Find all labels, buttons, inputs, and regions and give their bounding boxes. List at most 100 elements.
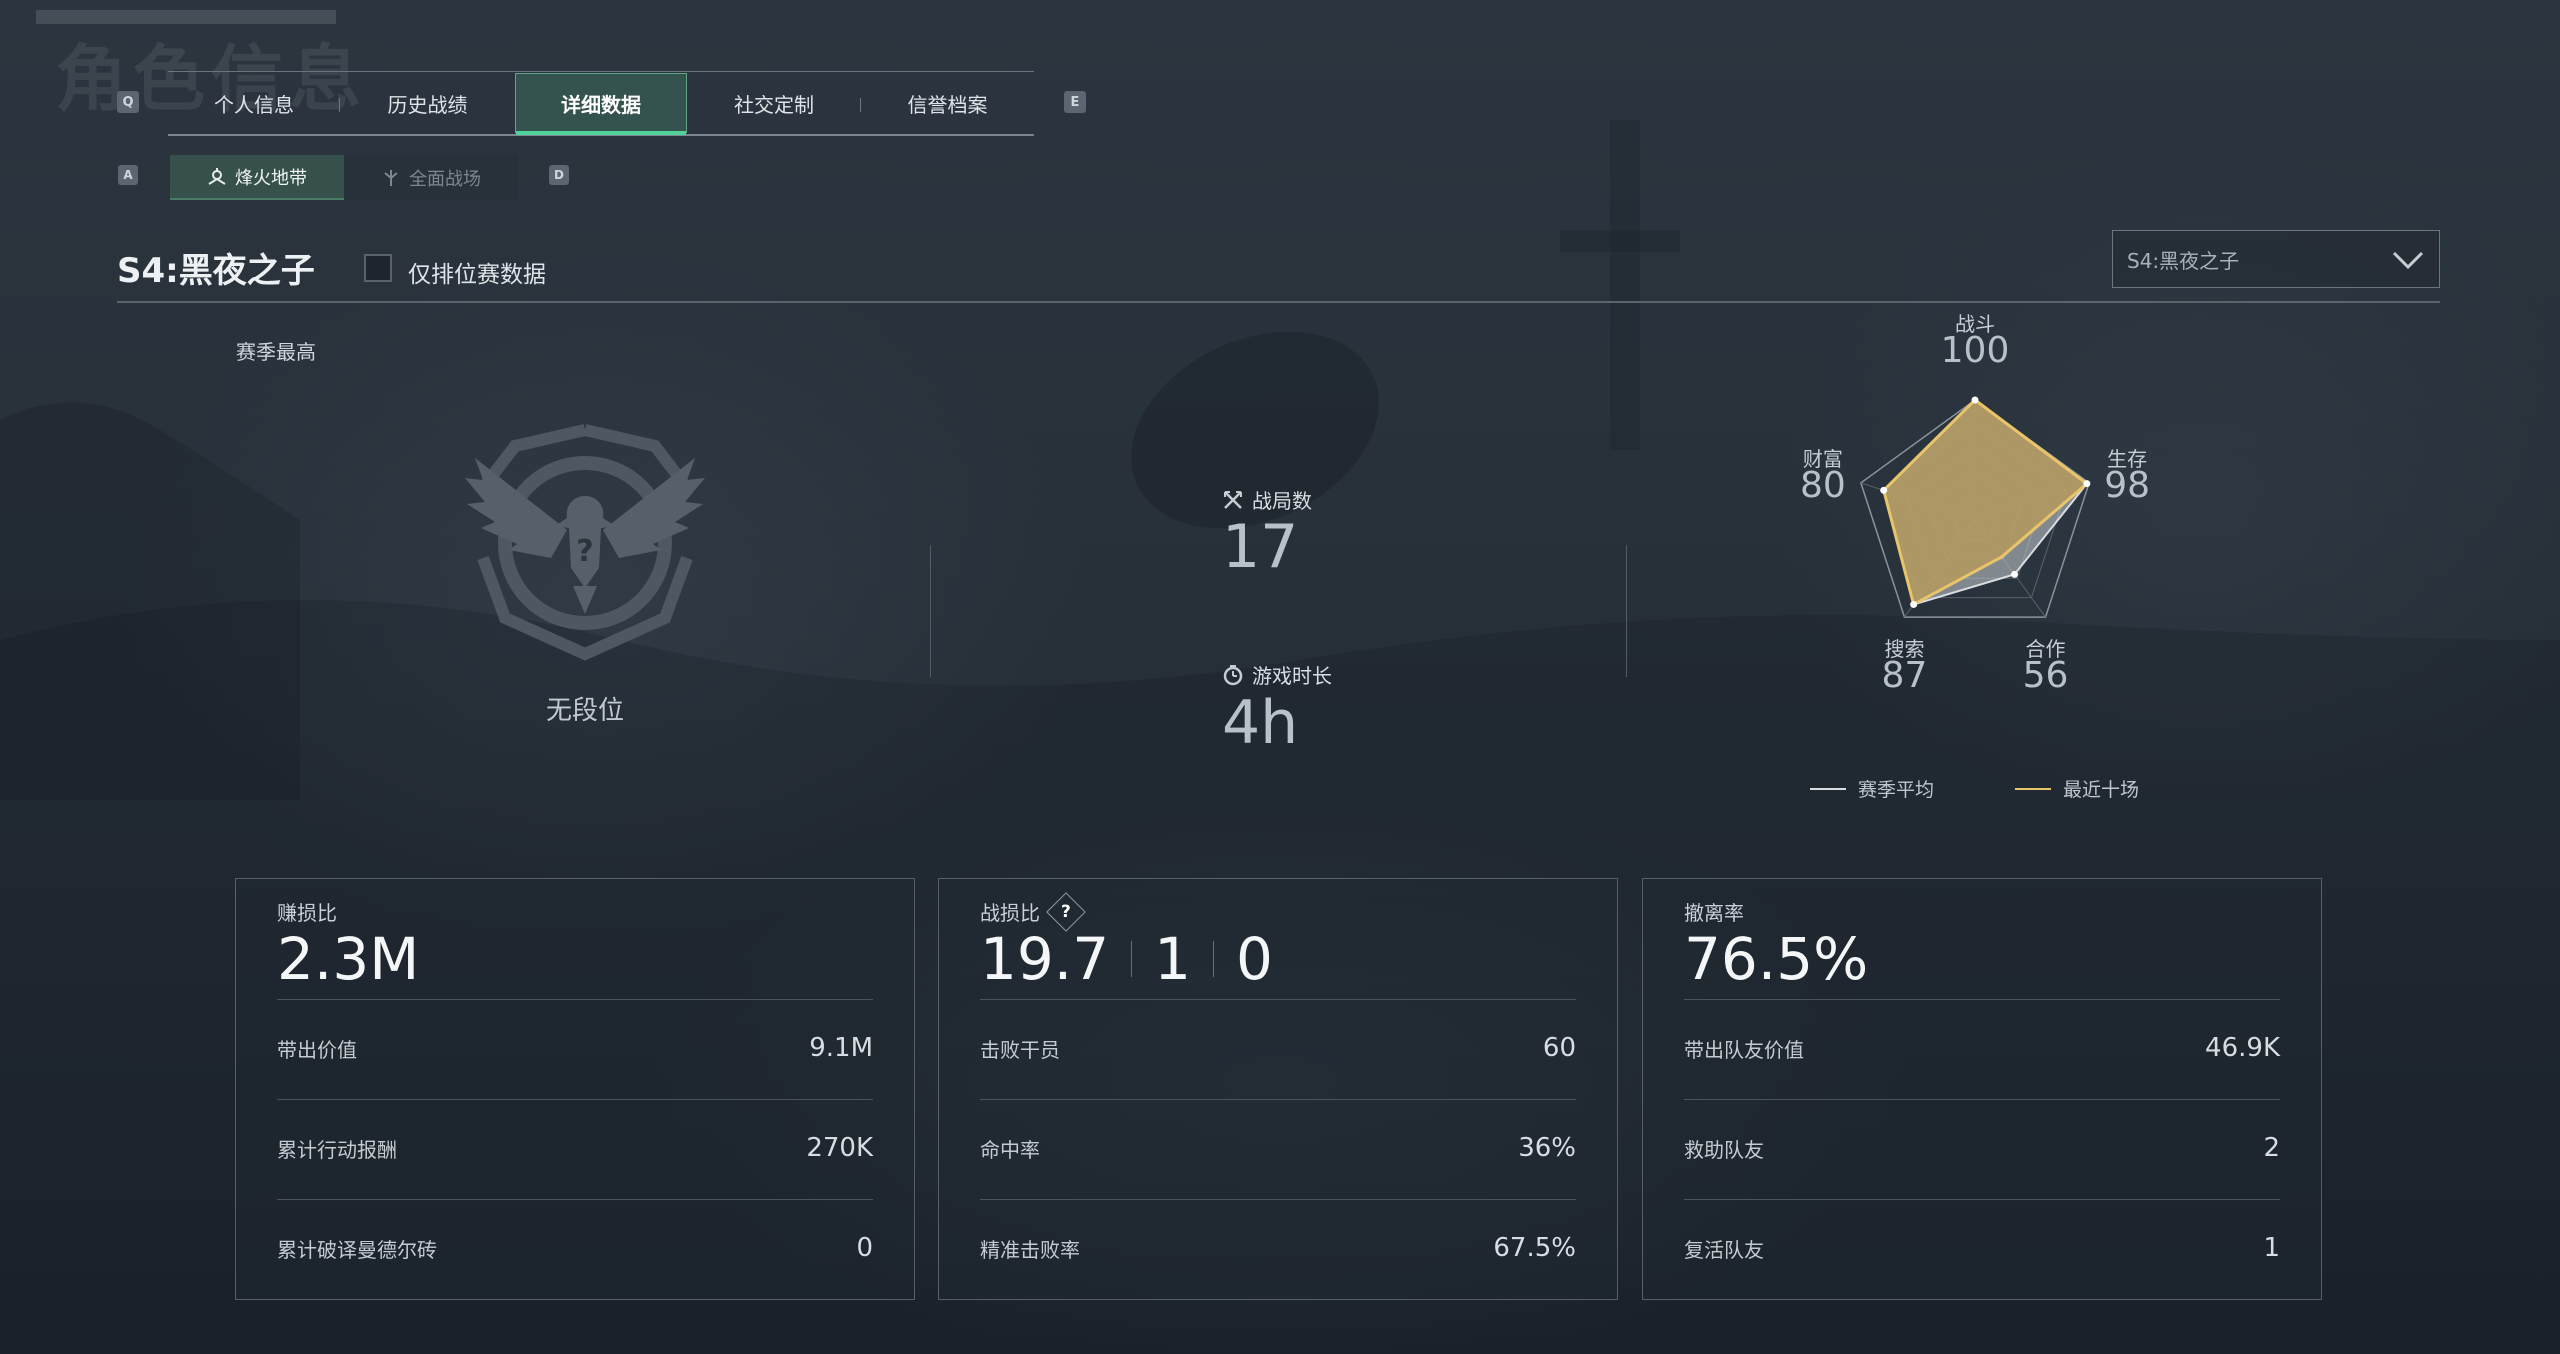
card-big-value: 76.5% [1684, 925, 1868, 993]
card-big-value-text: 2.3M [277, 925, 420, 993]
radar-axis-value: 80 [1799, 464, 1846, 506]
card-title-text: 战损比 [980, 901, 1040, 925]
prev-tab-key-hint[interactable]: Q [117, 91, 139, 113]
radar-vertex-dot [2010, 570, 2018, 578]
mode-tab-label: 全面战场 [409, 168, 481, 190]
matches-value: 17 [1222, 512, 1299, 582]
row-value: 9.1M [809, 1033, 873, 1063]
mode-tab-bar: 烽火地带 全面战场 [170, 155, 518, 200]
row-label: 复活队友 [1684, 1237, 1764, 1262]
ranked-only-checkbox[interactable] [364, 254, 392, 282]
playtime-label: 游戏时长 [1252, 664, 1332, 688]
mode-tab-fire-zone[interactable]: 烽火地带 [170, 155, 344, 200]
row-value: 36% [1518, 1133, 1576, 1163]
row-divider [277, 1099, 873, 1100]
tab-detailed-data[interactable]: 详细数据 [515, 73, 687, 135]
battlefield-icon [384, 169, 398, 186]
stopwatch-icon [1223, 664, 1243, 685]
row-divider [277, 1199, 873, 1200]
tab-reputation[interactable]: 信誉档案 [861, 72, 1034, 134]
legend-label: 最近十场 [2063, 779, 2140, 801]
eagle-rank-emblem-icon: ? [465, 424, 705, 661]
kd-secondary-value: 1 [1154, 925, 1192, 993]
profit-loss-card: 赚损比 2.3M 带出价值 9.1M 累计行动报酬 270K 累计破译曼德尔砖 0 [235, 878, 915, 1300]
row-divider [980, 999, 1576, 1000]
row-divider [980, 1199, 1576, 1200]
kd-ratio-value: 19.7 [980, 925, 1110, 993]
card-big-value: 19.7 1 0 [980, 925, 1273, 993]
card-big-value: 2.3M [277, 925, 419, 993]
help-glyph: ? [1061, 901, 1071, 922]
kd-ratio-card: 战损比 ? 19.7 1 0 击败干员 60 命中率 36% 精准击败率 67.5% [938, 878, 1618, 1300]
next-mode-key-hint[interactable]: D [549, 165, 569, 185]
radar-vertex-dot [1880, 486, 1888, 494]
tab-label: 信誉档案 [907, 92, 988, 117]
radar-axis-value: 56 [2022, 655, 2069, 697]
season-best-label: 赛季最高 [236, 340, 316, 364]
card-row: 带出价值 9.1M [277, 1028, 873, 1068]
radar-axis-value: 100 [1940, 330, 2010, 371]
radar-axis-value: 87 [1881, 655, 1928, 697]
row-value: 67.5% [1493, 1233, 1576, 1263]
row-divider [277, 999, 873, 1000]
card-big-value-text: 76.5% [1684, 925, 1869, 993]
row-value: 2 [2263, 1133, 2280, 1163]
rank-text: 无段位 [545, 696, 624, 726]
tab-personal-info[interactable]: 个人信息 [168, 72, 340, 134]
card-row: 复活队友 1 [1684, 1228, 2280, 1268]
playtime-value: 4h [1222, 688, 1299, 758]
row-value: 46.9K [2205, 1033, 2280, 1063]
card-title-text: 赚损比 [277, 901, 337, 925]
value-separator [1131, 941, 1133, 977]
section-divider [930, 545, 931, 677]
row-divider [980, 1099, 1576, 1100]
row-divider [1684, 999, 2280, 1000]
card-row: 救助队友 2 [1684, 1128, 2280, 1168]
tab-label: 个人信息 [214, 92, 294, 117]
next-tab-key-hint[interactable]: E [1064, 91, 1086, 113]
playtime-header: 游戏时长 [1222, 660, 1332, 689]
tab-social-custom[interactable]: 社交定制 [687, 72, 861, 134]
mode-tab-battlefield[interactable]: 全面战场 [344, 155, 518, 200]
radar-axis-value: 98 [2104, 464, 2151, 506]
row-label: 击败干员 [980, 1037, 1060, 1062]
card-title: 撤离率 [1684, 897, 1744, 926]
card-row: 击败干员 60 [980, 1028, 1576, 1068]
extraction-rate-card: 撤离率 76.5% 带出队友价值 46.9K 救助队友 2 复活队友 1 [1642, 878, 2322, 1300]
header-divider [117, 301, 2440, 303]
radar-vertex-dot [1971, 396, 1979, 404]
tab-history[interactable]: 历史战绩 [340, 72, 515, 134]
card-title-text: 撤离率 [1684, 901, 1744, 925]
ability-radar-chart [1859, 396, 2091, 618]
season-select[interactable]: S4:黑夜之子 [2112, 230, 2440, 288]
tab-label: 社交定制 [734, 92, 814, 117]
row-value: 0 [856, 1233, 873, 1263]
legend-label: 赛季平均 [1858, 779, 1935, 801]
row-value: 270K [806, 1133, 873, 1163]
main-tab-bar: 个人信息 历史战绩 详细数据 社交定制 信誉档案 [168, 71, 1034, 136]
ranked-only-label[interactable]: 仅排位赛数据 [408, 255, 546, 289]
card-title: 战损比 ? [980, 891, 1086, 932]
card-row: 命中率 36% [980, 1128, 1576, 1168]
legend-season-average: 赛季平均 [1810, 775, 1934, 802]
card-title: 赚损比 [277, 897, 337, 926]
matches-header: 战局数 [1222, 485, 1312, 514]
row-divider [1684, 1099, 2280, 1100]
value-separator [1213, 941, 1215, 977]
row-divider [1684, 1199, 2280, 1200]
row-label: 累计行动报酬 [277, 1137, 397, 1162]
card-row: 累计破译曼德尔砖 0 [277, 1228, 873, 1268]
kd-tertiary-value: 0 [1236, 925, 1273, 993]
legend-swatch-season-average [1810, 787, 1846, 790]
row-label: 精准击败率 [980, 1237, 1080, 1262]
card-row: 累计行动报酬 270K [277, 1128, 873, 1168]
prev-mode-key-hint[interactable]: A [118, 165, 138, 185]
card-row: 精准击败率 67.5% [980, 1228, 1576, 1268]
crossed-swords-icon [1224, 490, 1242, 509]
matches-label: 战局数 [1252, 489, 1312, 513]
row-label: 命中率 [980, 1137, 1040, 1162]
card-row: 带出队友价值 46.9K [1684, 1028, 2280, 1068]
season-title: S4:黑夜之子 [117, 251, 315, 291]
legend-swatch-recent-ten [2015, 787, 2051, 790]
row-label: 带出队友价值 [1684, 1037, 1804, 1062]
